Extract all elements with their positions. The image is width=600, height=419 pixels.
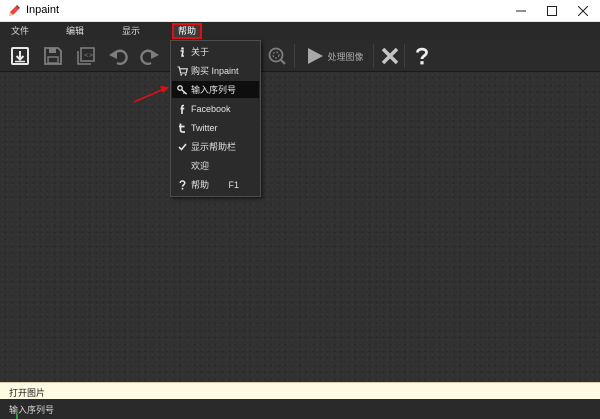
redo-icon xyxy=(140,49,159,65)
zoom-button[interactable] xyxy=(265,44,289,68)
twitter-icon xyxy=(175,123,189,133)
menu-item-label: 显示帮助栏 xyxy=(191,142,237,152)
menu-item-twitter[interactable]: Twitter xyxy=(172,119,259,136)
menu-item-help[interactable]: 帮助 F1 xyxy=(172,176,259,193)
close-button[interactable] xyxy=(568,0,598,22)
save-as-icon: <> xyxy=(77,47,95,65)
svg-text:<>: <> xyxy=(84,52,94,59)
toolbar: <> 处理图像 xyxy=(0,40,600,72)
open-button[interactable] xyxy=(8,44,32,68)
menu-item-label: 购买 Inpaint xyxy=(191,66,239,76)
menu-file[interactable]: 文件 xyxy=(11,25,29,37)
title-bar: Inpaint xyxy=(0,0,600,22)
status-bar: 输入序列号 xyxy=(0,399,600,419)
menu-item-facebook[interactable]: Facebook xyxy=(172,100,259,117)
menu-item-label: 欢迎 xyxy=(191,161,210,171)
redo-button[interactable] xyxy=(138,44,162,68)
minimize-icon xyxy=(516,10,526,12)
help-icon xyxy=(416,47,428,65)
annotation-arrow xyxy=(133,86,169,103)
save-icon xyxy=(44,47,62,65)
question-icon xyxy=(175,179,189,190)
menu-item-buy[interactable]: 购买 Inpaint xyxy=(172,62,259,79)
menu-item-enter-serial[interactable]: 输入序列号 xyxy=(172,81,259,98)
toolbar-separator xyxy=(294,44,295,68)
zoom-icon xyxy=(268,47,286,65)
menu-view[interactable]: 显示 xyxy=(122,25,140,37)
cancel-button[interactable] xyxy=(378,44,402,68)
menu-item-label: 输入序列号 xyxy=(191,85,237,95)
shortcut-label: F1 xyxy=(228,179,239,190)
menu-bar: 文件 编辑 显示 帮助 xyxy=(0,22,600,40)
cart-icon xyxy=(175,65,189,76)
info-icon xyxy=(175,46,189,57)
image-canvas[interactable] xyxy=(0,72,600,382)
menu-edit[interactable]: 编辑 xyxy=(66,25,84,37)
toolbar-separator xyxy=(404,44,405,68)
key-icon xyxy=(175,84,189,95)
undo-button[interactable] xyxy=(106,44,130,68)
status-indicator xyxy=(16,414,18,419)
window-title: Inpaint xyxy=(26,4,60,16)
menu-item-welcome[interactable]: 欢迎 xyxy=(172,157,259,174)
menu-item-label: 帮助 xyxy=(191,180,210,190)
help-button[interactable] xyxy=(410,44,434,68)
save-as-button[interactable]: <> xyxy=(74,44,98,68)
menu-item-label: Twitter xyxy=(191,122,218,133)
check-icon xyxy=(175,143,189,151)
maximize-icon xyxy=(547,6,557,16)
menu-item-show-help-bar[interactable]: 显示帮助栏 xyxy=(172,138,259,155)
process-image-button[interactable]: 处理图像 xyxy=(302,44,368,68)
toolbar-separator xyxy=(373,44,374,68)
maximize-button[interactable] xyxy=(537,0,567,22)
play-icon xyxy=(308,48,324,64)
facebook-icon xyxy=(175,104,189,114)
pencil-icon xyxy=(7,4,21,18)
menu-item-label: Facebook xyxy=(191,103,231,114)
cancel-icon xyxy=(381,47,399,65)
menu-help[interactable]: 帮助 xyxy=(172,23,203,39)
open-icon xyxy=(11,47,29,65)
close-icon xyxy=(578,6,588,16)
save-button[interactable] xyxy=(41,44,65,68)
minimize-button[interactable] xyxy=(506,0,536,22)
process-image-label: 处理图像 xyxy=(327,51,364,62)
menu-item-about[interactable]: 关于 xyxy=(172,43,259,60)
undo-icon xyxy=(109,49,128,65)
menu-item-label: 关于 xyxy=(191,47,210,57)
hint-bar: 打开图片 xyxy=(0,382,600,399)
hint-text: 打开图片 xyxy=(9,388,46,398)
help-menu-dropdown: 关于 购买 Inpaint 输入序列号 Facebook Twitter 显示帮… xyxy=(170,40,261,197)
